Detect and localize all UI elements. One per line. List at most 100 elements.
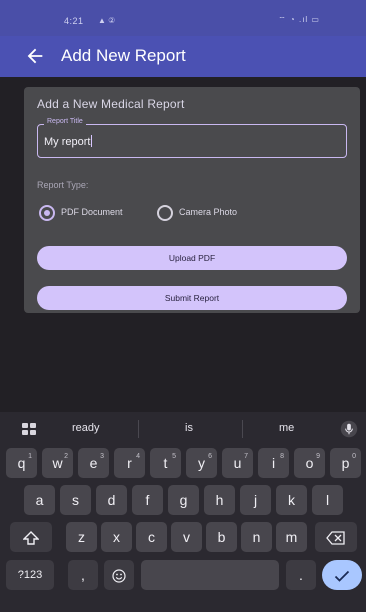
key-label: l bbox=[325, 492, 330, 508]
key-t[interactable]: t5 bbox=[150, 448, 181, 478]
emoji-key[interactable] bbox=[104, 560, 134, 590]
key-r[interactable]: r4 bbox=[114, 448, 145, 478]
key-hint: 7 bbox=[244, 453, 248, 460]
key-u[interactable]: u7 bbox=[222, 448, 253, 478]
key-hint: 0 bbox=[352, 453, 356, 460]
app-bar: Add New Report bbox=[0, 36, 366, 77]
suggestion-bar: ready is me bbox=[0, 412, 366, 446]
key-y[interactable]: y6 bbox=[186, 448, 217, 478]
key-label: t bbox=[163, 455, 168, 471]
report-title-input[interactable]: My report bbox=[44, 135, 93, 148]
key-p[interactable]: p0 bbox=[330, 448, 361, 478]
report-type-label: Report Type: bbox=[37, 180, 89, 190]
key-hint: 2 bbox=[64, 453, 68, 460]
report-title-label: Report Title bbox=[44, 118, 86, 125]
key-o[interactable]: o9 bbox=[294, 448, 325, 478]
key-label: g bbox=[179, 492, 188, 508]
key-label: v bbox=[183, 529, 190, 545]
key-x[interactable]: x bbox=[101, 522, 132, 552]
key-w[interactable]: w2 bbox=[42, 448, 73, 478]
key-label: j bbox=[253, 492, 258, 508]
microphone-icon[interactable] bbox=[340, 420, 358, 438]
key-label: y bbox=[198, 455, 205, 471]
status-notification-icons: ▲ ② bbox=[98, 16, 116, 25]
key-label: q bbox=[17, 455, 26, 471]
suggestion-divider bbox=[242, 420, 243, 438]
submit-report-button[interactable]: Submit Report bbox=[37, 286, 347, 310]
key-q[interactable]: q1 bbox=[6, 448, 37, 478]
arrow-left-icon[interactable] bbox=[24, 45, 46, 67]
key-k[interactable]: k bbox=[276, 485, 307, 515]
status-system-icons: ⌔ ◔ .ıl ▭ bbox=[278, 15, 320, 24]
radio-checked-icon bbox=[39, 205, 55, 221]
text-caret bbox=[91, 135, 93, 147]
key-label: h bbox=[215, 492, 224, 508]
key-s[interactable]: s bbox=[60, 485, 91, 515]
card-title: Add a New Medical Report bbox=[37, 97, 185, 111]
key-n[interactable]: n bbox=[241, 522, 272, 552]
key-a[interactable]: a bbox=[24, 485, 55, 515]
backspace-key[interactable] bbox=[315, 522, 357, 552]
checkmark-icon bbox=[334, 571, 350, 583]
key-label: i bbox=[271, 455, 276, 471]
key-e[interactable]: e3 bbox=[78, 448, 109, 478]
key-l[interactable]: l bbox=[312, 485, 343, 515]
key-label: r bbox=[127, 455, 132, 471]
soft-keyboard: ready is me q1w2e3r4t5y6u7i8o9p0 asdfghj… bbox=[0, 412, 366, 612]
suggestion-3[interactable]: me bbox=[279, 422, 294, 434]
shift-key[interactable] bbox=[10, 522, 52, 552]
key-hint: 6 bbox=[208, 453, 212, 460]
radio-label: Camera Photo bbox=[179, 207, 238, 217]
suggestion-1[interactable]: ready bbox=[72, 422, 100, 434]
key-label: p bbox=[341, 455, 350, 471]
key-label: f bbox=[145, 492, 150, 508]
key-label: x bbox=[113, 529, 120, 545]
key-hint: 9 bbox=[316, 453, 320, 460]
key-label: c bbox=[148, 529, 155, 545]
key-hint: 4 bbox=[136, 453, 140, 460]
key-label: b bbox=[217, 529, 226, 545]
key-label: m bbox=[285, 529, 298, 545]
key-label: s bbox=[72, 492, 79, 508]
key-d[interactable]: d bbox=[96, 485, 127, 515]
status-bar: 4:21 ▲ ② ⌔ ◔ .ıl ▭ bbox=[0, 0, 366, 36]
period-key[interactable]: . bbox=[286, 560, 316, 590]
key-f[interactable]: f bbox=[132, 485, 163, 515]
key-i[interactable]: i8 bbox=[258, 448, 289, 478]
symbols-key[interactable]: ?123 bbox=[6, 560, 54, 590]
report-title-field[interactable]: Report Title My report bbox=[37, 118, 347, 158]
key-hint: 5 bbox=[172, 453, 176, 460]
report-title-value: My report bbox=[44, 136, 91, 148]
key-v[interactable]: v bbox=[171, 522, 202, 552]
key-g[interactable]: g bbox=[168, 485, 199, 515]
report-form-card: Add a New Medical Report Report Title My… bbox=[24, 87, 360, 313]
key-label: e bbox=[89, 455, 98, 471]
suggestion-divider bbox=[138, 420, 139, 438]
key-c[interactable]: c bbox=[136, 522, 167, 552]
key-label: u bbox=[233, 455, 242, 471]
status-time: 4:21 bbox=[64, 16, 84, 26]
key-hint: 1 bbox=[28, 453, 32, 460]
key-j[interactable]: j bbox=[240, 485, 271, 515]
suggestion-2[interactable]: is bbox=[185, 422, 193, 434]
content-area: Add a New Medical Report Report Title My… bbox=[0, 77, 366, 412]
key-z[interactable]: z bbox=[66, 522, 97, 552]
key-label: w bbox=[52, 455, 63, 471]
page-title: Add New Report bbox=[61, 46, 186, 65]
space-key[interactable] bbox=[141, 560, 279, 590]
upload-pdf-button[interactable]: Upload PDF bbox=[37, 246, 347, 270]
key-hint: 3 bbox=[100, 453, 104, 460]
radio-label: PDF Document bbox=[61, 207, 123, 217]
key-h[interactable]: h bbox=[204, 485, 235, 515]
key-b[interactable]: b bbox=[206, 522, 237, 552]
enter-key[interactable] bbox=[322, 560, 362, 590]
key-label: o bbox=[305, 455, 314, 471]
key-label: z bbox=[78, 529, 85, 545]
key-label: n bbox=[252, 529, 261, 545]
key-label: d bbox=[107, 492, 116, 508]
radio-unchecked-icon bbox=[157, 205, 173, 221]
key-m[interactable]: m bbox=[276, 522, 307, 552]
comma-key[interactable]: , bbox=[68, 560, 98, 590]
key-hint: 8 bbox=[280, 453, 284, 460]
grid-icon[interactable] bbox=[22, 423, 36, 435]
